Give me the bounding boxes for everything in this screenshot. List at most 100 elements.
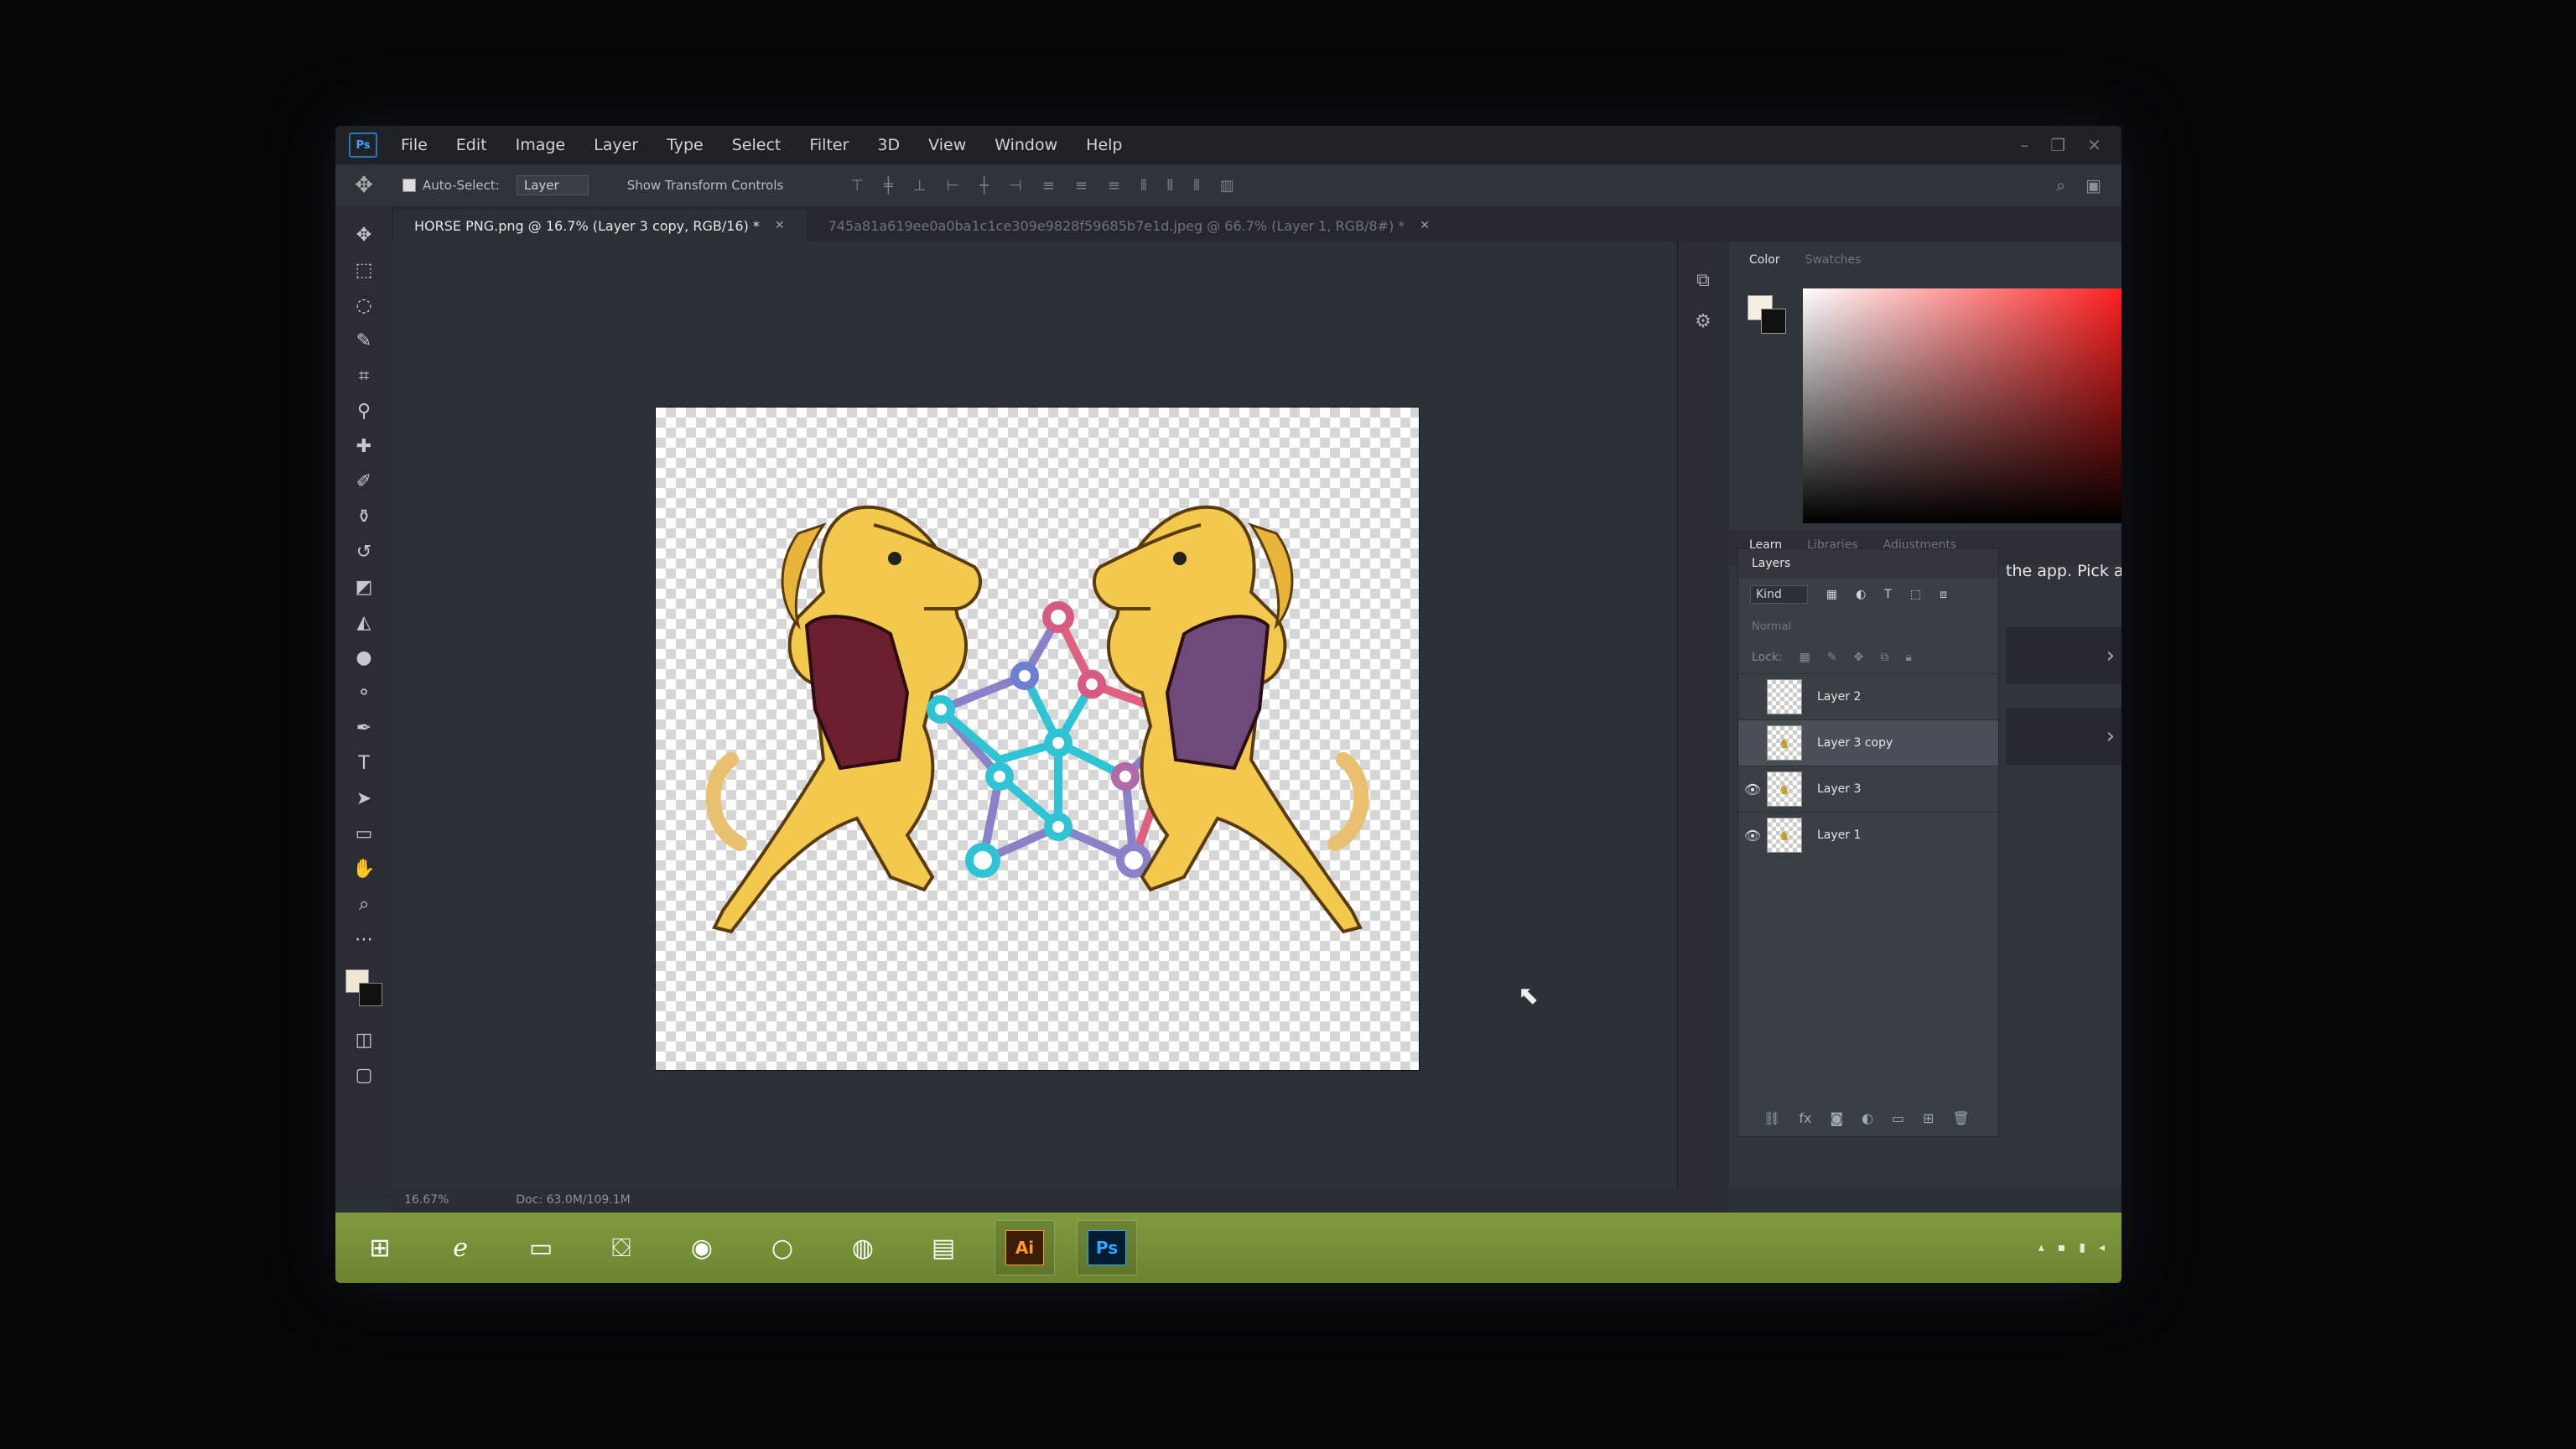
restore-icon[interactable]: ❐ — [2050, 135, 2065, 155]
lasso-tool-icon[interactable]: ◌ — [347, 288, 381, 322]
move-tool-icon[interactable]: ✥ — [347, 218, 381, 252]
distribute-top-icon[interactable]: ≡ — [1042, 177, 1055, 195]
auto-select-checkbox[interactable] — [402, 179, 416, 192]
tray-arrow-icon[interactable]: ▴ — [2038, 1241, 2044, 1254]
menu-layer[interactable]: Layer — [594, 136, 638, 154]
adjustment-layer-icon[interactable]: ◐ — [1862, 1110, 1873, 1126]
tab-color[interactable]: Color — [1749, 253, 1780, 278]
color-picker-field[interactable] — [1803, 288, 2122, 523]
align-middle-icon[interactable]: ╪ — [884, 177, 893, 195]
menu-image[interactable]: Image — [516, 136, 566, 154]
menu-3d[interactable]: 3D — [877, 136, 900, 154]
align-bottom-icon[interactable]: ⊥ — [913, 177, 927, 195]
add-mask-icon[interactable]: ◙ — [1830, 1110, 1843, 1126]
paint-bucket-tool-icon[interactable]: ◭ — [347, 605, 381, 639]
layer-row[interactable]: Layer 2 — [1738, 673, 1998, 719]
dodge-tool-icon[interactable]: ⚬ — [347, 676, 381, 709]
photoshop-taskbar-button[interactable]: Ps — [1077, 1220, 1137, 1275]
show-transform-controls-label[interactable]: Show Transform Controls — [627, 178, 784, 193]
canvas-workspace[interactable] — [392, 242, 1675, 1187]
align-top-icon[interactable]: ⊤ — [850, 177, 864, 195]
start-button-icon[interactable]: ⊞ — [351, 1221, 409, 1275]
menu-filter[interactable]: Filter — [809, 136, 849, 154]
type-tool-icon[interactable]: T — [347, 746, 381, 780]
move-tool-icon[interactable]: ✥ — [347, 173, 381, 198]
quick-select-tool-icon[interactable]: ✎ — [347, 324, 381, 357]
trash-icon[interactable]: 🗑︎ — [1952, 1110, 1969, 1126]
blur-tool-icon[interactable]: ● — [347, 641, 381, 674]
quick-mask-icon[interactable]: ◫ — [347, 1023, 381, 1057]
more-tools-icon[interactable]: ⋯ — [347, 922, 381, 956]
crop-tool-icon[interactable]: ⌗ — [347, 359, 381, 392]
eraser-tool-icon[interactable]: ◩ — [347, 570, 381, 604]
auto-align-icon[interactable]: ▥ — [1220, 177, 1234, 195]
close-icon[interactable]: ✕ — [775, 219, 785, 232]
zoom-tool-icon[interactable]: ⌕ — [347, 887, 381, 921]
menu-type[interactable]: Type — [667, 136, 704, 154]
lock-image-icon[interactable]: ✎ — [1827, 651, 1837, 664]
tab-jpeg[interactable]: 745a81a619ee0a0ba1c1ce309e9828f59685b7e1… — [807, 210, 1452, 242]
zoom-level[interactable]: 16.67% — [404, 1193, 449, 1207]
distribute-center-icon[interactable]: ⫴ — [1167, 177, 1174, 195]
chrome-icon[interactable]: ◉ — [673, 1221, 731, 1275]
background-color-swatch[interactable] — [359, 983, 382, 1006]
menu-file[interactable]: File — [401, 136, 428, 154]
learn-tutorial-item[interactable]: › — [2006, 708, 2122, 765]
minimize-icon[interactable]: – — [2020, 135, 2028, 155]
menu-view[interactable]: View — [928, 136, 966, 154]
layer-row[interactable]: 👁︎ ♞ Layer 1 — [1738, 812, 1998, 858]
adjustment-filter-icon[interactable]: ◐ — [1856, 588, 1866, 601]
screen-mode-icon[interactable]: ▢ — [347, 1058, 381, 1092]
fx-icon[interactable]: fx — [1799, 1110, 1811, 1126]
properties-panel-icon[interactable]: ⚙ — [1695, 311, 1711, 332]
auto-select-target-dropdown[interactable]: Layer — [516, 175, 589, 195]
workspace-icon[interactable]: ▣ — [2085, 175, 2101, 195]
illustrator-taskbar-button[interactable]: Ai — [995, 1220, 1055, 1275]
internet-explorer-icon[interactable]: ℯ — [431, 1221, 490, 1275]
brush-tool-icon[interactable]: ✐ — [347, 465, 381, 498]
path-select-tool-icon[interactable]: ➤ — [347, 782, 381, 815]
distribute-middle-icon[interactable]: ≡ — [1075, 177, 1088, 195]
layer-row[interactable]: 👁︎ ♞ Layer 3 — [1738, 766, 1998, 812]
color-swatches[interactable] — [345, 969, 382, 1006]
tray-app-icon[interactable]: ▪ — [2058, 1241, 2066, 1254]
distribute-right-icon[interactable]: ⫴ — [1193, 177, 1200, 195]
clone-stamp-tool-icon[interactable]: ⚱ — [347, 500, 381, 533]
background-color-chip[interactable] — [1761, 309, 1786, 334]
close-icon[interactable]: ✕ — [1420, 219, 1430, 232]
align-right-icon[interactable]: ⊣ — [1009, 177, 1022, 195]
lock-position-icon[interactable]: ✥ — [1854, 651, 1864, 664]
eye-icon[interactable]: 👁︎ — [1738, 782, 1767, 797]
link-layers-icon[interactable]: ⛓ — [1763, 1110, 1780, 1126]
lock-transparent-icon[interactable]: ▦ — [1800, 651, 1810, 664]
eye-icon[interactable]: 👁︎ — [1738, 828, 1767, 844]
pen-tool-icon[interactable]: ✒ — [347, 711, 381, 745]
distribute-left-icon[interactable]: ⫴ — [1140, 177, 1147, 195]
shape-filter-icon[interactable]: ⬚ — [1910, 588, 1921, 601]
lock-artboard-icon[interactable]: ⧉ — [1880, 651, 1888, 664]
pixel-filter-icon[interactable]: ▦ — [1826, 588, 1837, 601]
search-icon[interactable]: ⌕ — [2056, 175, 2065, 195]
history-panel-icon[interactable]: ⧉ — [1696, 270, 1710, 291]
healing-brush-tool-icon[interactable]: ✚ — [347, 429, 381, 463]
type-filter-icon[interactable]: T — [1884, 588, 1892, 601]
hand-tool-icon[interactable]: ✋ — [347, 852, 381, 886]
firefox-icon[interactable]: ◍ — [834, 1221, 892, 1275]
network-icon[interactable]: ▮ — [2079, 1241, 2085, 1254]
menu-select[interactable]: Select — [732, 136, 782, 154]
new-group-icon[interactable]: ▭ — [1892, 1110, 1904, 1126]
tab-horse-png[interactable]: HORSE PNG.png @ 16.7% (Layer 3 copy, RGB… — [392, 210, 807, 242]
distribute-bottom-icon[interactable]: ≡ — [1108, 177, 1120, 195]
menu-window[interactable]: Window — [995, 136, 1057, 154]
menu-edit[interactable]: Edit — [456, 136, 487, 154]
document-canvas[interactable] — [656, 408, 1419, 1070]
close-icon[interactable]: ✕ — [2087, 135, 2101, 155]
align-left-icon[interactable]: ⊢ — [947, 177, 960, 195]
file-explorer-icon[interactable]: ▭ — [512, 1221, 570, 1275]
rectangle-tool-icon[interactable]: ▭ — [347, 817, 381, 850]
layer-kind-dropdown[interactable]: Kind — [1750, 585, 1808, 604]
lock-all-icon[interactable]: 🔒︎ — [1905, 651, 1911, 664]
store-icon[interactable]: ⛋ — [592, 1221, 651, 1275]
opera-icon[interactable]: ○ — [753, 1221, 812, 1275]
align-center-icon[interactable]: ┼ — [979, 177, 989, 195]
